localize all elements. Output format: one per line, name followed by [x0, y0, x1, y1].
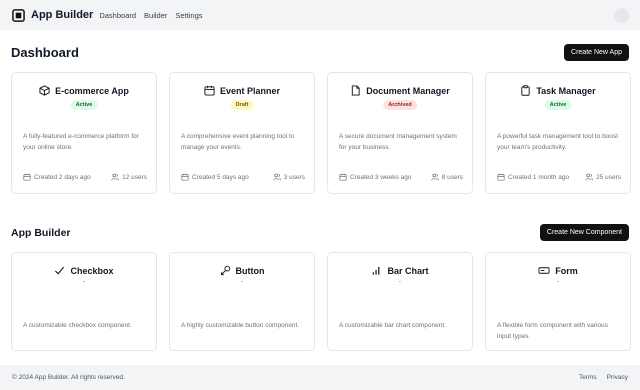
- section-title: App Builder: [11, 226, 71, 239]
- app-card-list: E-commerce App Active A fully-featured e…: [11, 72, 631, 194]
- user-count: 12 users: [122, 173, 147, 181]
- user-count: 3 users: [283, 173, 305, 181]
- created-date: Created 2 days ago: [34, 173, 91, 181]
- app-description: A comprehensive event planning tool to m…: [181, 133, 295, 151]
- footer: © 2024 App Builder. All rights reserved.…: [0, 365, 640, 390]
- check-icon: [55, 266, 65, 275]
- status-badge: Draft: [230, 100, 254, 110]
- component-card[interactable]: Form · A flexible form component with va…: [485, 252, 631, 351]
- users-icon: [430, 173, 439, 181]
- top-navbar: App Builder Dashboard Builder Settings: [0, 0, 640, 30]
- component-card[interactable]: Bar Chart · A customizable bar chart com…: [327, 252, 473, 351]
- component-card[interactable]: Button · A highly customizable button co…: [169, 252, 315, 351]
- created-date: Created 5 days ago: [192, 173, 249, 181]
- status-badge: Archived: [383, 100, 417, 110]
- calendar-icon: [339, 173, 347, 181]
- nav-settings[interactable]: Settings: [175, 11, 202, 20]
- dashboard-header: Dashboard Create New App: [11, 44, 629, 61]
- calendar-icon: [23, 173, 31, 181]
- app-name: Event Planner: [219, 85, 281, 96]
- create-new-app-button[interactable]: Create New App: [564, 44, 629, 61]
- component-description: A customizable bar chart component.: [339, 322, 446, 329]
- page-title: Dashboard: [11, 45, 79, 60]
- preview-placeholder: ·: [556, 277, 560, 286]
- app-description: A secure document management system for …: [339, 133, 457, 151]
- calendar-icon: [181, 173, 189, 181]
- preview-placeholder: ·: [82, 277, 86, 286]
- app-logo-icon: [11, 8, 25, 22]
- nav-builder[interactable]: Builder: [144, 11, 167, 20]
- privacy-link[interactable]: Privacy: [607, 374, 628, 381]
- app-card[interactable]: Document Manager Archived A secure docum…: [327, 72, 473, 194]
- pointer-icon: [220, 265, 230, 276]
- clipboard-icon: [521, 85, 530, 96]
- app-card[interactable]: Event Planner Draft A comprehensive even…: [169, 72, 315, 194]
- users-icon: [111, 173, 119, 181]
- app-card[interactable]: E-commerce App Active A fully-featured e…: [11, 72, 157, 194]
- preview-placeholder: ·: [398, 277, 402, 286]
- component-name: Bar Chart: [387, 265, 429, 276]
- box-icon: [39, 85, 50, 96]
- component-description: A highly customizable button component.: [181, 322, 300, 329]
- created-date: Created 1 month ago: [508, 173, 570, 181]
- brand-name: App Builder: [31, 9, 94, 21]
- bar-chart-icon: [373, 266, 380, 275]
- nav-dashboard[interactable]: Dashboard: [99, 11, 136, 20]
- component-description: A customizable checkbox component.: [23, 322, 132, 329]
- component-name: Button: [235, 265, 265, 276]
- component-card-list: Checkbox · A customizable checkbox compo…: [11, 252, 631, 351]
- brand[interactable]: App Builder: [11, 8, 99, 22]
- app-name: Document Manager: [366, 85, 450, 96]
- file-icon: [352, 85, 360, 96]
- component-name: Checkbox: [70, 265, 114, 276]
- app-description: A powerful task management tool to boost…: [497, 133, 619, 151]
- user-count: 8 users: [441, 173, 463, 181]
- status-badge: Active: [70, 100, 98, 110]
- builder-header: App Builder Create New Component: [11, 224, 629, 241]
- copyright: © 2024 App Builder. All rights reserved.: [12, 374, 125, 381]
- component-card[interactable]: Checkbox · A customizable checkbox compo…: [11, 252, 157, 351]
- create-new-component-button[interactable]: Create New Component: [539, 224, 629, 241]
- app-name: E-commerce App: [55, 85, 129, 96]
- component-name: Form: [555, 265, 578, 276]
- created-date: Created 3 weeks ago: [350, 173, 412, 181]
- app-description: A fully-featured e-commerce platform for…: [23, 133, 139, 151]
- calendar-icon: [497, 173, 505, 181]
- app-name: Task Manager: [536, 85, 596, 96]
- users-icon: [585, 173, 593, 181]
- app-card[interactable]: Task Manager Active A powerful task mana…: [485, 72, 631, 194]
- user-count: 25 users: [596, 173, 621, 181]
- avatar[interactable]: [614, 8, 629, 23]
- calendar-icon: [204, 85, 215, 96]
- form-icon: [538, 267, 550, 274]
- users-icon: [272, 173, 281, 181]
- preview-placeholder: ·: [240, 277, 244, 286]
- terms-link[interactable]: Terms: [579, 374, 597, 381]
- component-description: A flexible form component with various i…: [497, 322, 608, 340]
- status-badge: Active: [544, 100, 572, 110]
- main-nav: Dashboard Builder Settings: [99, 11, 202, 20]
